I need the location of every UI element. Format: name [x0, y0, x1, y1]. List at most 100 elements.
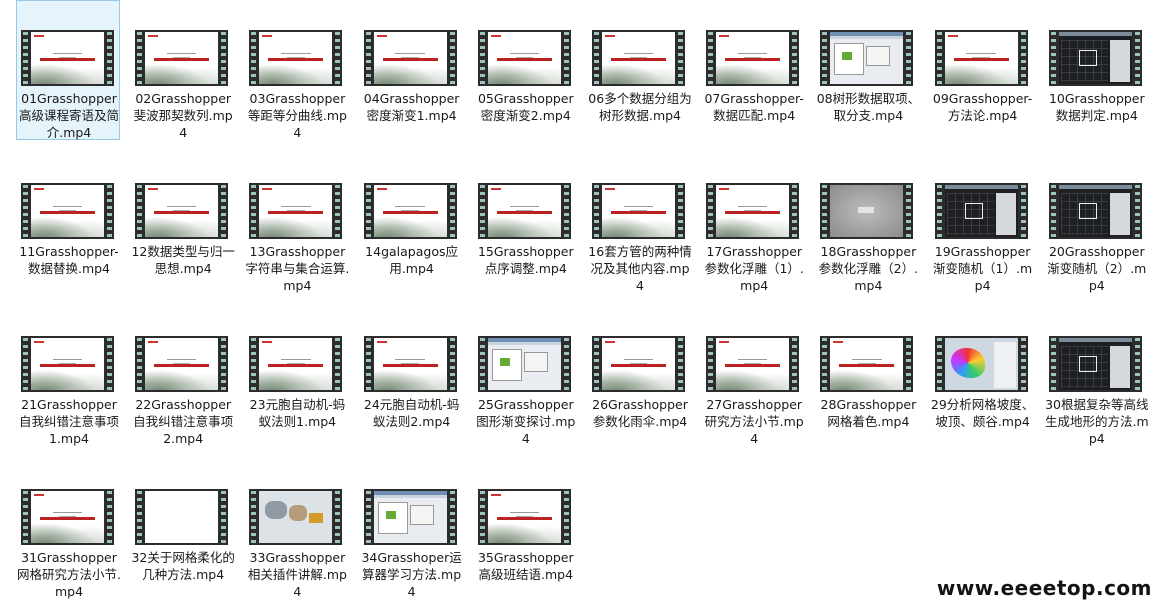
file-name-label: 13Grasshopper字符串与集合运算.mp4	[245, 244, 350, 293]
thumbnail-frame	[145, 338, 219, 390]
file-item[interactable]: 05Grasshopper密度渐变2.mp4	[473, 0, 577, 140]
film-strip-holes	[676, 336, 685, 392]
file-item[interactable]: 17Grasshopper参数化浮雕（1）.mp4	[701, 153, 805, 293]
file-item[interactable]: 14galapagos应用.mp4	[359, 153, 463, 293]
file-item[interactable]: 20Grasshopper渐变随机（2）.mp4	[1044, 153, 1148, 293]
film-strip-holes	[447, 489, 457, 545]
file-item[interactable]: 22Grasshopper自我纠错注意事项2.mp4	[130, 306, 234, 446]
file-item[interactable]: 24元胞自动机-蚂蚁法则2.mp4	[359, 306, 463, 446]
file-item[interactable]: 06多个数据分组为树形数据.mp4	[587, 0, 692, 140]
thumbnail-frame	[145, 32, 219, 84]
file-item[interactable]: 27Grasshopper研究方法小节.mp4	[701, 306, 805, 446]
file-name-label: 15Grasshopper点序调整.mp4	[477, 244, 574, 276]
file-item[interactable]: 23元胞自动机-蚂蚁法则1.mp4	[244, 306, 348, 446]
thumbnail-frame	[259, 185, 333, 237]
film-strip-holes	[1018, 30, 1028, 86]
film-strip-holes	[363, 489, 373, 545]
file-name-label: 28Grasshopper网格着色.mp4	[820, 397, 917, 429]
file-item[interactable]: 35Grasshopper高级班结语.mp4	[473, 459, 577, 599]
film-strip-holes	[934, 30, 944, 86]
film-strip-holes	[934, 183, 944, 239]
video-thumbnail-icon	[477, 336, 571, 392]
file-item[interactable]: 28Grasshopper网格着色.mp4	[815, 306, 919, 446]
film-strip-holes	[790, 183, 800, 239]
video-thumbnail-icon	[21, 30, 114, 86]
thumbnail-frame	[31, 338, 104, 390]
film-strip-holes	[135, 336, 145, 392]
film-strip-holes	[592, 30, 601, 86]
video-thumbnail-icon	[21, 489, 114, 545]
file-item[interactable]: 16套方管的两种情况及其他内容.mp4	[587, 153, 692, 293]
film-strip-holes	[706, 336, 716, 392]
file-item[interactable]: 30根据复杂等高线生成地形的方法.mp4	[1044, 306, 1149, 446]
file-item[interactable]: 10Grasshopper数据判定.mp4	[1044, 0, 1148, 140]
file-name-label: 31Grasshopper网格研究方法小节.mp4	[17, 550, 121, 599]
file-name-label: 10Grasshopper数据判定.mp4	[1048, 91, 1145, 123]
file-item[interactable]: 32关于网格柔化的几种方法.mp4	[130, 459, 235, 599]
thumbnail-frame	[373, 338, 447, 390]
file-item[interactable]: 18Grasshopper参数化浮雕（2）.mp4	[815, 153, 919, 293]
file-name-label: 04Grasshopper密度渐变1.mp4	[363, 91, 460, 123]
film-strip-holes	[333, 489, 343, 545]
file-item[interactable]: 12数据类型与归一思想.mp4	[130, 153, 235, 293]
film-strip-holes	[21, 30, 30, 86]
film-strip-holes	[561, 30, 571, 86]
file-name-label: 29分析网格坡度、坡顶、颇谷.mp4	[930, 397, 1035, 429]
film-strip-holes	[820, 336, 830, 392]
film-strip-holes	[904, 30, 914, 86]
file-item[interactable]: 13Grasshopper字符串与集合运算.mp4	[244, 153, 350, 293]
thumbnail-frame	[259, 491, 333, 543]
film-strip-holes	[105, 336, 114, 392]
file-name-label: 26Grasshopper参数化雨伞.mp4	[592, 397, 688, 429]
file-name-label: 34Grasshoper运算器学习方法.mp4	[361, 550, 462, 599]
film-strip-holes	[21, 489, 30, 545]
thumbnail-frame	[259, 338, 333, 390]
film-strip-holes	[219, 336, 229, 392]
file-name-label: 33Grasshopper相关插件讲解.mp4	[247, 550, 347, 599]
film-strip-holes	[363, 183, 373, 239]
film-strip-holes	[477, 183, 487, 239]
file-item[interactable]: 25Grasshopper图形渐变探讨.mp4	[473, 306, 577, 446]
thumbnail-frame	[602, 32, 675, 84]
thumbnail-frame	[944, 338, 1018, 390]
file-item[interactable]: 15Grasshopper点序调整.mp4	[473, 153, 577, 293]
file-item[interactable]: 07Grasshopper-数据匹配.mp4	[701, 0, 805, 140]
file-item[interactable]: 11Grasshopper-数据替换.mp4	[16, 153, 120, 293]
film-strip-holes	[561, 489, 571, 545]
file-item[interactable]: 19Grasshopper渐变随机（1）.mp4	[930, 153, 1034, 293]
video-thumbnail-icon	[249, 183, 343, 239]
file-item[interactable]: 04Grasshopper密度渐变1.mp4	[359, 0, 463, 140]
thumbnail-frame	[373, 185, 447, 237]
file-item[interactable]: 21Grasshopper自我纠错注意事项1.mp4	[16, 306, 120, 446]
file-item[interactable]: 31Grasshopper网格研究方法小节.mp4	[16, 459, 121, 599]
thumbnail-frame	[31, 32, 104, 84]
film-strip-holes	[333, 30, 343, 86]
video-thumbnail-icon	[592, 336, 685, 392]
film-strip-holes	[219, 183, 229, 239]
file-name-label: 32关于网格柔化的几种方法.mp4	[131, 550, 235, 582]
file-name-label: 07Grasshopper-数据匹配.mp4	[704, 91, 804, 123]
file-item[interactable]: 26Grasshopper参数化雨伞.mp4	[587, 306, 691, 446]
file-item[interactable]: 33Grasshopper相关插件讲解.mp4	[244, 459, 348, 599]
film-strip-holes	[1132, 336, 1142, 392]
thumbnail-frame	[145, 185, 219, 237]
file-item[interactable]: 09Grasshopper-方法论.mp4	[930, 0, 1034, 140]
video-thumbnail-icon	[249, 336, 343, 392]
file-item[interactable]: 02Grasshopper斐波那契数列.mp4	[130, 0, 234, 140]
thumbnail-frame	[1058, 338, 1132, 390]
file-name-label: 18Grasshopper参数化浮雕（2）.mp4	[818, 244, 919, 293]
file-item[interactable]: 01Grasshopper高级课程寄语及简介.mp4	[16, 0, 120, 140]
video-thumbnail-icon	[706, 183, 800, 239]
thumbnail-frame	[373, 491, 447, 543]
video-thumbnail-icon	[592, 30, 685, 86]
film-strip-holes	[904, 183, 914, 239]
file-item[interactable]: 03Grasshopper等距等分曲线.mp4	[244, 0, 348, 140]
file-item[interactable]: 29分析网格坡度、坡顶、颇谷.mp4	[930, 306, 1034, 446]
video-thumbnail-icon	[706, 336, 800, 392]
film-strip-holes	[934, 336, 944, 392]
file-name-label: 02Grasshopper斐波那契数列.mp4	[133, 91, 233, 140]
film-strip-holes	[904, 336, 914, 392]
file-name-label: 20Grasshopper渐变随机（2）.mp4	[1047, 244, 1147, 293]
file-item[interactable]: 34Grasshoper运算器学习方法.mp4	[359, 459, 463, 599]
file-item[interactable]: 08树形数据取项、取分支.mp4	[815, 0, 920, 140]
